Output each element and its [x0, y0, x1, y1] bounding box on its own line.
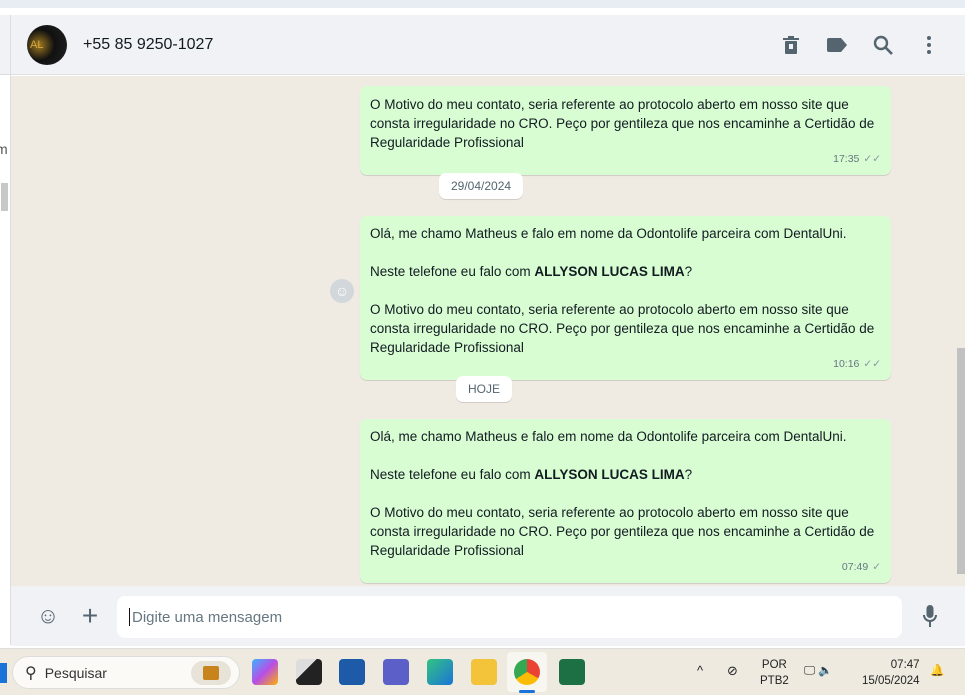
network-off-icon[interactable]: ⊘ [727, 663, 738, 679]
delete-icon[interactable] [779, 33, 803, 57]
delivered-ticks-icon: ✓✓ [863, 153, 881, 165]
microphone-icon[interactable] [915, 601, 945, 631]
start-icon[interactable] [0, 663, 7, 683]
tray-chevron-icon[interactable]: ^ [697, 663, 703, 679]
edge-icon[interactable] [427, 659, 453, 685]
message-time: 07:49 [841, 561, 869, 573]
message-time: 10:16 [833, 358, 860, 370]
store-icon[interactable] [339, 659, 365, 685]
chat-scrollbar[interactable] [957, 348, 965, 574]
search-icon: ⚲ [25, 664, 37, 682]
label-icon[interactable] [825, 33, 849, 57]
clock[interactable]: 07:47 15/05/2024 [862, 657, 920, 689]
teams-icon[interactable] [383, 659, 409, 685]
explorer-icon[interactable] [471, 659, 497, 685]
browser-top-bar [0, 0, 965, 8]
avatar[interactable]: AL [27, 24, 67, 65]
chat-list-scrollbar[interactable] [1, 183, 8, 211]
language-indicator[interactable]: POR PTB2 [760, 657, 789, 689]
attach-plus-icon[interactable]: + [75, 600, 105, 631]
message-time: 17:35 [833, 153, 860, 165]
message-input[interactable]: Digite uma mensagem [117, 596, 902, 638]
volume-icon[interactable]: 🖵 🔈 [804, 663, 833, 679]
search-icon[interactable] [871, 33, 895, 57]
taskbar-search[interactable]: ⚲ Pesquisar [12, 656, 240, 689]
emoji-icon[interactable]: ☺ [33, 601, 63, 631]
chrome-icon[interactable] [514, 659, 540, 685]
date-divider: HOJE [456, 376, 513, 402]
copilot-icon[interactable] [252, 659, 278, 685]
notification-bell-icon[interactable]: 🔔 [930, 663, 944, 679]
chat-header: AL +55 85 9250-1027 [11, 15, 965, 75]
delivered-ticks-icon: ✓✓ [863, 358, 881, 370]
app-icon[interactable] [296, 659, 322, 685]
message-area: O Motivo do meu contato, seria referente… [11, 76, 965, 586]
message-bubble[interactable]: O Motivo do meu contato, seria referente… [360, 86, 891, 175]
briefcase-icon [191, 661, 231, 685]
chat-list-pane: m [0, 15, 11, 645]
composer: ☺ + Digite uma mensagem [11, 586, 965, 646]
message-bubble[interactable]: Olá, me chamo Matheus e falo em nome da … [360, 419, 891, 583]
react-emoji-icon[interactable]: ☺ [330, 279, 354, 303]
excel-icon[interactable] [559, 659, 585, 685]
taskbar: ⚲ Pesquisar ^ ⊘ POR PTB2 🖵 🔈 07:47 15/05/20… [0, 648, 965, 695]
chat-list-partial-text: m [0, 141, 8, 157]
contact-name[interactable]: +55 85 9250-1027 [83, 36, 213, 54]
message-bubble[interactable]: Olá, me chamo Matheus e falo em nome da … [360, 216, 891, 380]
sent-tick-icon: ✓ [872, 561, 881, 573]
date-divider: 29/04/2024 [439, 173, 524, 199]
menu-icon[interactable] [917, 33, 941, 57]
